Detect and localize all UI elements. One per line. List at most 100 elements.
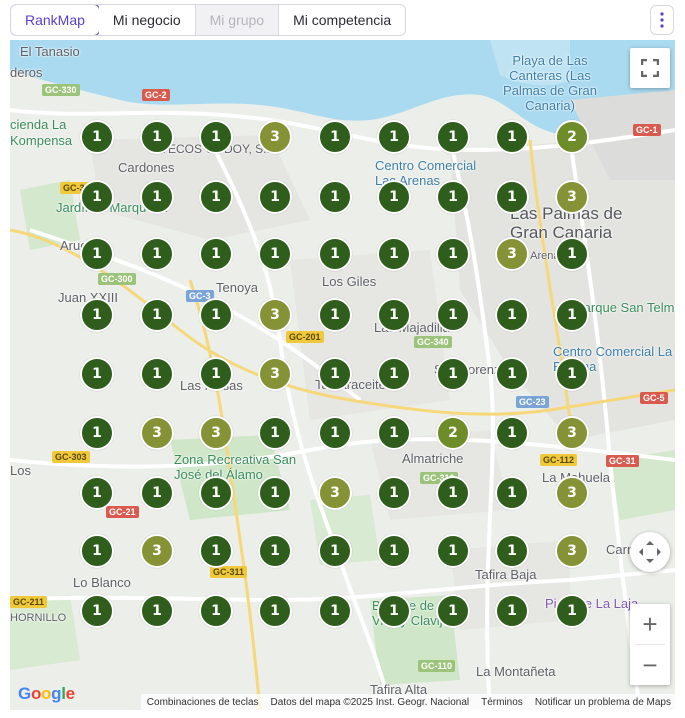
road-shield: GC-201	[286, 331, 324, 343]
rank-marker[interactable]: 1	[555, 298, 589, 332]
rank-marker[interactable]: 1	[80, 298, 114, 332]
rank-marker[interactable]: 1	[318, 298, 352, 332]
rank-marker[interactable]: 1	[436, 180, 470, 214]
rank-marker[interactable]: 1	[199, 476, 233, 510]
zoom-out-button[interactable]: −	[630, 645, 670, 685]
rank-marker[interactable]: 1	[318, 416, 352, 450]
road-shield: GC-112	[540, 454, 578, 466]
rank-marker[interactable]: 1	[377, 476, 411, 510]
rank-marker[interactable]: 1	[555, 594, 589, 628]
rank-marker[interactable]: 3	[199, 416, 233, 450]
rank-marker[interactable]: 1	[377, 594, 411, 628]
rank-marker[interactable]: 1	[80, 594, 114, 628]
rank-marker[interactable]: 1	[555, 357, 589, 391]
rank-marker[interactable]: 1	[377, 237, 411, 271]
map-canvas[interactable]: El Tanasio deros cienda La Kompensa Card…	[10, 40, 675, 710]
rank-marker[interactable]: 1	[377, 298, 411, 332]
rank-marker[interactable]: 1	[436, 357, 470, 391]
tab-mi-negocio[interactable]: Mi negocio	[98, 5, 196, 35]
keyboard-shortcuts-link[interactable]: Combinaciones de teclas	[147, 697, 259, 708]
rank-marker[interactable]: 3	[140, 416, 174, 450]
rank-marker[interactable]: 3	[258, 298, 292, 332]
rank-marker[interactable]: 1	[377, 534, 411, 568]
rank-marker[interactable]: 1	[377, 120, 411, 154]
rank-marker[interactable]: 1	[377, 416, 411, 450]
rank-marker[interactable]: 1	[140, 180, 174, 214]
rank-marker[interactable]: 1	[199, 180, 233, 214]
rank-marker[interactable]: 3	[555, 416, 589, 450]
rank-marker[interactable]: 1	[377, 180, 411, 214]
rank-marker[interactable]: 1	[199, 357, 233, 391]
rank-marker[interactable]: 1	[258, 594, 292, 628]
rank-marker[interactable]: 1	[436, 534, 470, 568]
rank-marker[interactable]: 1	[318, 120, 352, 154]
rank-marker[interactable]: 1	[495, 476, 529, 510]
rank-marker[interactable]: 1	[140, 357, 174, 391]
rank-marker[interactable]: 1	[258, 534, 292, 568]
rank-marker[interactable]: 2	[436, 416, 470, 450]
rank-marker[interactable]: 3	[495, 237, 529, 271]
rank-marker[interactable]: 1	[140, 120, 174, 154]
rank-marker[interactable]: 1	[436, 298, 470, 332]
place-label: Almatriche	[402, 451, 464, 466]
rank-marker[interactable]: 3	[258, 120, 292, 154]
tab-rankmap[interactable]: RankMap	[11, 5, 100, 35]
rank-marker[interactable]: 1	[80, 180, 114, 214]
rank-marker[interactable]: 1	[80, 237, 114, 271]
fullscreen-icon	[641, 59, 659, 77]
rank-marker[interactable]: 1	[258, 416, 292, 450]
rank-marker[interactable]: 1	[436, 237, 470, 271]
rank-marker[interactable]: 1	[80, 357, 114, 391]
rank-marker[interactable]: 1	[80, 476, 114, 510]
rank-marker[interactable]: 1	[495, 594, 529, 628]
rank-marker[interactable]: 1	[140, 476, 174, 510]
rank-marker[interactable]: 1	[140, 298, 174, 332]
rank-marker[interactable]: 1	[436, 120, 470, 154]
rank-marker[interactable]: 1	[258, 180, 292, 214]
rank-marker[interactable]: 1	[495, 357, 529, 391]
rank-marker[interactable]: 1	[495, 534, 529, 568]
place-label: Cardones	[118, 160, 175, 175]
rank-marker[interactable]: 1	[318, 237, 352, 271]
rank-marker[interactable]: 1	[495, 180, 529, 214]
rank-marker[interactable]: 1	[199, 594, 233, 628]
rank-marker[interactable]: 1	[80, 120, 114, 154]
rank-marker[interactable]: 3	[555, 180, 589, 214]
rank-marker[interactable]: 1	[199, 298, 233, 332]
rank-marker[interactable]: 1	[199, 534, 233, 568]
rank-marker[interactable]: 2	[555, 120, 589, 154]
rank-marker[interactable]: 3	[140, 534, 174, 568]
rank-marker[interactable]: 3	[555, 534, 589, 568]
rank-marker[interactable]: 1	[555, 237, 589, 271]
rank-marker[interactable]: 1	[199, 120, 233, 154]
google-logo: Google	[18, 684, 75, 703]
rank-marker[interactable]: 1	[140, 594, 174, 628]
more-options-button[interactable]	[650, 5, 674, 35]
rank-marker[interactable]: 1	[258, 237, 292, 271]
rank-marker[interactable]: 1	[140, 237, 174, 271]
tab-mi-competencia[interactable]: Mi competencia	[279, 5, 406, 35]
rank-marker[interactable]: 3	[258, 357, 292, 391]
rank-marker[interactable]: 1	[80, 416, 114, 450]
terms-link[interactable]: Términos	[481, 697, 523, 708]
rank-marker[interactable]: 1	[495, 298, 529, 332]
rank-marker[interactable]: 1	[436, 594, 470, 628]
rank-marker[interactable]: 1	[199, 237, 233, 271]
rank-marker[interactable]: 1	[377, 357, 411, 391]
rank-marker[interactable]: 1	[258, 476, 292, 510]
rank-marker[interactable]: 3	[318, 476, 352, 510]
pan-control-button[interactable]	[630, 532, 670, 572]
rank-marker[interactable]: 1	[318, 180, 352, 214]
rank-marker[interactable]: 1	[436, 476, 470, 510]
report-problem-link[interactable]: Notificar un problema de Maps	[535, 697, 671, 708]
rank-marker[interactable]: 3	[555, 476, 589, 510]
fullscreen-button[interactable]	[630, 48, 670, 88]
place-label: Kompensa	[10, 133, 73, 148]
rank-marker[interactable]: 1	[318, 594, 352, 628]
rank-marker[interactable]: 1	[318, 534, 352, 568]
zoom-in-button[interactable]: +	[630, 604, 670, 644]
rank-marker[interactable]: 1	[495, 416, 529, 450]
rank-marker[interactable]: 1	[318, 357, 352, 391]
rank-marker[interactable]: 1	[495, 120, 529, 154]
rank-marker[interactable]: 1	[80, 534, 114, 568]
